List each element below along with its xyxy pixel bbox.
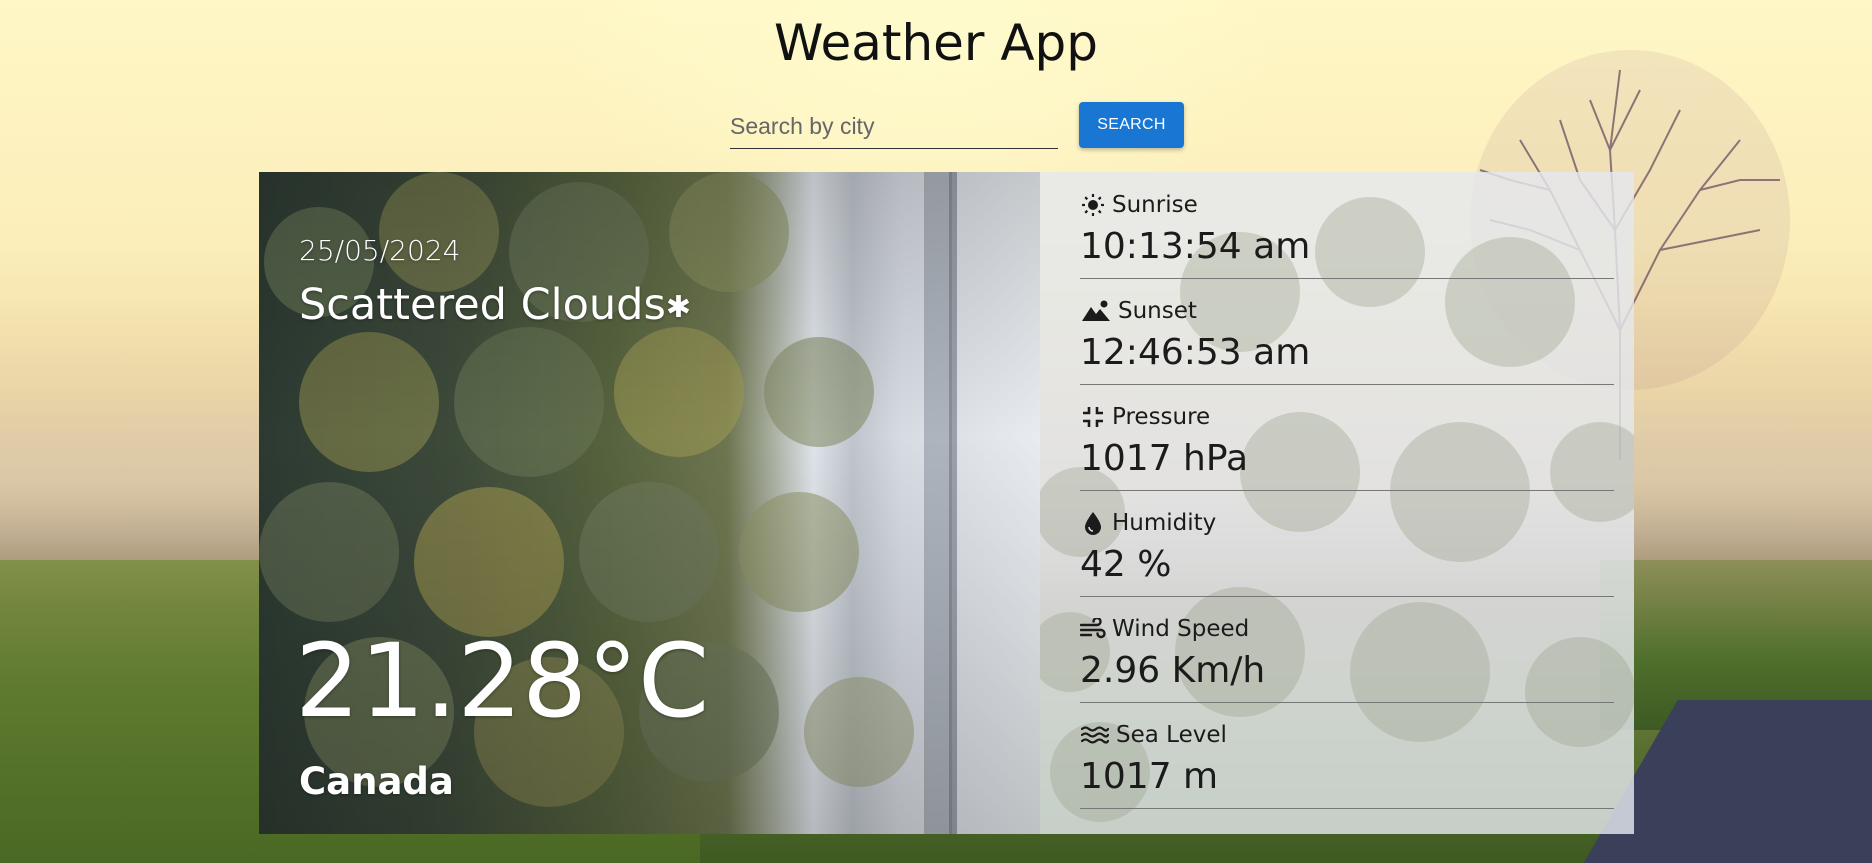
stat-sunrise: Sunrise 10:13:54 am (1080, 172, 1614, 279)
stat-label: Sea Level (1116, 722, 1227, 748)
stat-value: 10:13:54 am (1080, 226, 1311, 267)
app-title: Weather App (773, 14, 1099, 72)
stat-value: 42 % (1080, 544, 1172, 585)
stat-label: Sunset (1118, 298, 1197, 324)
water-icon (1080, 722, 1110, 748)
stat-pressure: Pressure 1017 hPa (1080, 384, 1614, 491)
droplet-icon (1080, 510, 1106, 536)
search-button[interactable]: SEARCH (1079, 102, 1184, 148)
stat-label: Wind Speed (1112, 616, 1250, 642)
stat-value: 2.96 Km/h (1080, 650, 1266, 691)
stat-sunset: Sunset 12:46:53 am (1080, 278, 1614, 385)
location-name: Canada (299, 760, 454, 803)
weather-details-panel: Sunrise 10:13:54 am Sunset 12:46:53 am P… (1040, 172, 1634, 834)
search-input[interactable] (730, 104, 1058, 149)
stat-label: Pressure (1112, 404, 1211, 430)
current-weather-card: 25/05/2024 Scattered Clouds✱ 21.28°C Can… (259, 172, 1040, 834)
stat-label: Sunrise (1112, 192, 1198, 218)
stat-value: 1017 m (1080, 756, 1219, 797)
wind-icon (1080, 616, 1106, 642)
compress-icon (1080, 404, 1106, 430)
stat-humidity: Humidity 42 % (1080, 490, 1614, 597)
stat-value: 1017 hPa (1080, 438, 1249, 479)
weather-condition-label: Scattered Clouds (299, 280, 666, 330)
stat-wind-speed: Wind Speed 2.96 Km/h (1080, 596, 1614, 703)
stat-label: Humidity (1112, 510, 1217, 536)
current-date: 25/05/2024 (299, 234, 461, 267)
stat-value: 12:46:53 am (1080, 332, 1311, 373)
stat-sea-level: Sea Level 1017 m (1080, 702, 1614, 809)
snowflake-icon: ✱ (665, 290, 691, 325)
temperature-value: 21.28°C (295, 622, 710, 741)
weather-condition: Scattered Clouds✱ (299, 280, 691, 330)
mountain-sun-icon (1080, 298, 1112, 324)
sun-icon (1080, 192, 1106, 218)
